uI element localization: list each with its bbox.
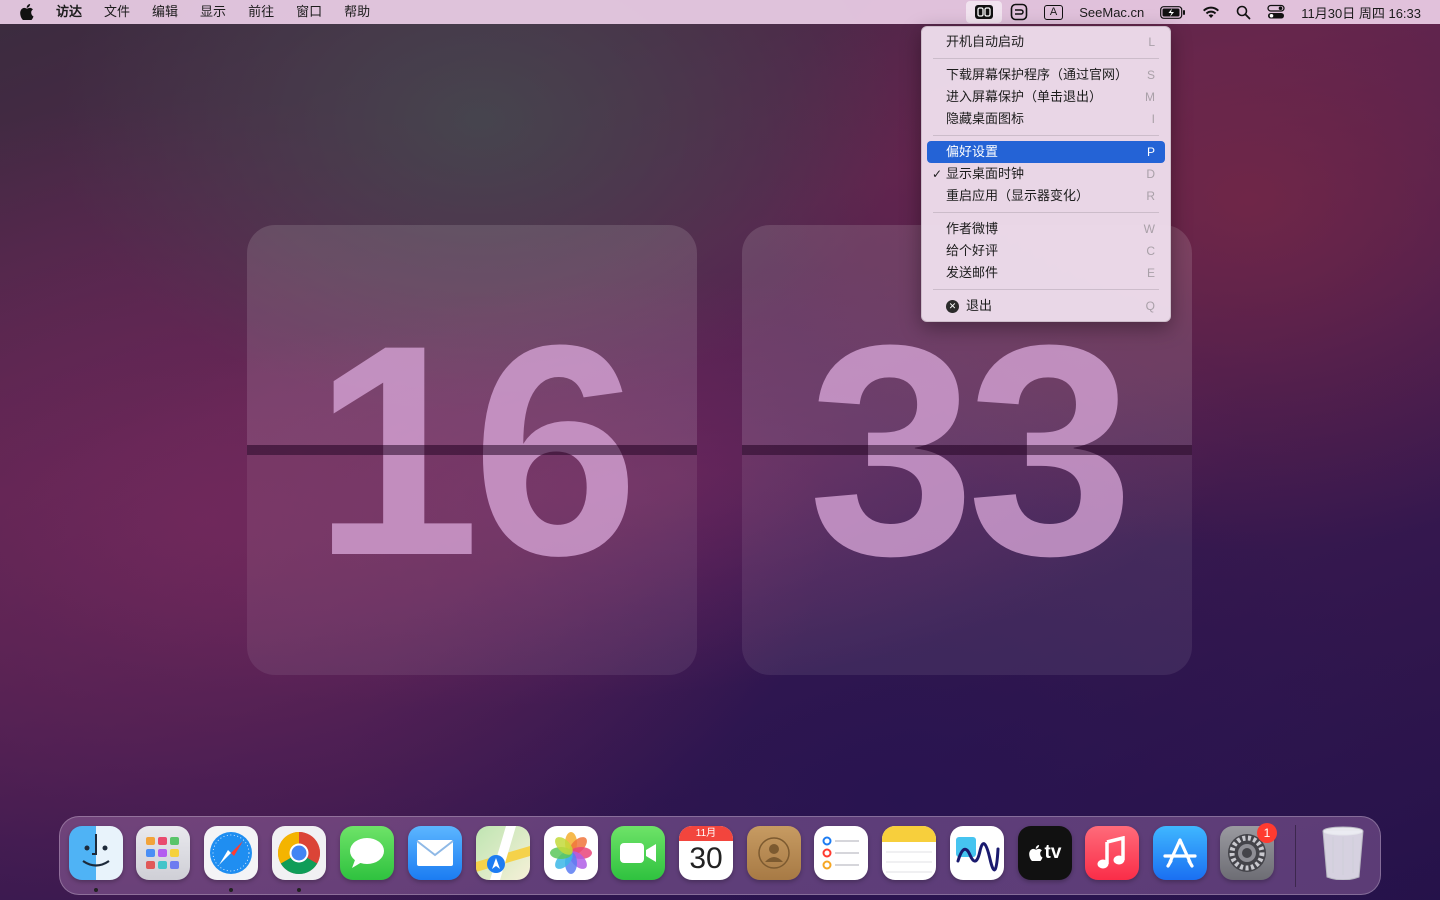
facetime-icon[interactable] <box>611 826 665 880</box>
safari-icon[interactable] <box>204 826 258 880</box>
menu-item-launch-at-login[interactable]: 开机自动启动 L <box>927 31 1165 53</box>
battery-icon[interactable] <box>1152 1 1194 23</box>
menu-item-shortcut: Q <box>1145 299 1155 313</box>
menu-go[interactable]: 前往 <box>237 0 285 24</box>
menu-item-label: 显示桌面时钟 <box>946 166 1025 181</box>
spotlight-search-icon[interactable] <box>1228 1 1259 23</box>
menu-item-label: 发送邮件 <box>946 265 999 280</box>
menu-item-label: 重启应用（显示器变化） <box>946 188 1090 203</box>
notification-badge: 1 <box>1257 823 1277 843</box>
menu-item-shortcut: C <box>1146 244 1155 258</box>
menu-item-rate-app[interactable]: 给个好评 C <box>927 240 1165 262</box>
finder-icon[interactable] <box>69 826 123 880</box>
menu-file[interactable]: 文件 <box>93 0 141 24</box>
menu-item-hide-desktop-icons[interactable]: 隐藏桌面图标 I <box>927 108 1165 130</box>
input-method-label: A <box>1043 4 1064 20</box>
menu-separator <box>933 58 1159 59</box>
menu-item-send-email[interactable]: 发送邮件 E <box>927 262 1165 284</box>
menu-item-shortcut: R <box>1146 189 1155 203</box>
menu-item-show-desktop-clock[interactable]: ✓ 显示桌面时钟 D <box>927 163 1165 185</box>
trash-icon[interactable] <box>1316 826 1370 880</box>
calendar-icon[interactable]: 11月 30 <box>679 826 733 880</box>
menu-view[interactable]: 显示 <box>189 0 237 24</box>
dock: 11月 30 tv 1 <box>59 816 1381 895</box>
menubar-datetime[interactable]: 11月30日 周四 16:33 <box>1293 1 1440 23</box>
running-indicator <box>229 888 233 892</box>
menu-separator <box>933 135 1159 136</box>
menu-item-shortcut: S <box>1146 68 1155 82</box>
contacts-icon[interactable] <box>747 826 801 880</box>
mail-icon[interactable] <box>408 826 462 880</box>
freeform-icon[interactable] <box>950 826 1004 880</box>
status-clock-app-icon[interactable] <box>965 1 1002 23</box>
menu-help[interactable]: 帮助 <box>333 0 381 24</box>
menu-edit[interactable]: 编辑 <box>141 0 189 24</box>
menu-item-label: 开机自动启动 <box>946 34 1025 49</box>
menu-item-shortcut: W <box>1143 222 1155 236</box>
menu-item-label: 作者微博 <box>946 221 999 236</box>
menu-item-shortcut: E <box>1146 266 1155 280</box>
running-indicator <box>94 888 98 892</box>
menu-item-quit[interactable]: ✕ 退出 Q <box>927 295 1165 317</box>
close-circle-icon: ✕ <box>946 299 959 313</box>
notes-icon[interactable] <box>882 826 936 880</box>
status-site-text[interactable]: SeeMac.cn <box>1071 1 1152 23</box>
apple-tv-icon[interactable]: tv <box>1018 826 1072 880</box>
menu-item-label: 给个好评 <box>946 243 999 258</box>
control-center-icon[interactable] <box>1259 1 1293 23</box>
apple-tv-label: tv <box>1044 842 1062 863</box>
menu-separator <box>933 212 1159 213</box>
checkmark-icon: ✓ <box>932 167 943 181</box>
menu-window[interactable]: 窗口 <box>285 0 333 24</box>
menu-item-download-screensaver[interactable]: 下载屏幕保护程序（通过官网） S <box>927 64 1165 86</box>
menu-bar: 访达 文件 编辑 显示 前往 窗口 帮助 A SeeMac.cn 11月30日 … <box>0 0 1440 24</box>
clock-hours-card: 16 <box>247 225 697 675</box>
menu-separator <box>933 289 1159 290</box>
status-app-icon[interactable] <box>1002 1 1036 23</box>
menu-item-label: 隐藏桌面图标 <box>946 111 1025 126</box>
maps-icon[interactable] <box>476 826 530 880</box>
photos-icon[interactable] <box>544 826 598 880</box>
messages-icon[interactable] <box>340 826 394 880</box>
app-dropdown-menu: 开机自动启动 L 下载屏幕保护程序（通过官网） S 进入屏幕保护（单击退出） M… <box>921 26 1171 322</box>
chrome-icon[interactable] <box>272 826 326 880</box>
input-method-indicator[interactable]: A <box>1036 1 1071 23</box>
launchpad-icon[interactable] <box>136 826 190 880</box>
dock-separator <box>1295 825 1296 887</box>
menu-item-label: 偏好设置 <box>946 144 999 159</box>
menu-item-shortcut: I <box>1151 112 1155 126</box>
menu-item-shortcut: M <box>1145 90 1155 104</box>
calendar-month: 11月 <box>679 826 733 841</box>
wifi-icon[interactable] <box>1194 1 1228 23</box>
menu-item-label: 退出 <box>966 298 993 313</box>
app-store-icon[interactable] <box>1153 826 1207 880</box>
menu-item-shortcut: L <box>1148 35 1155 49</box>
reminders-icon[interactable] <box>814 826 868 880</box>
menu-item-enter-screensaver[interactable]: 进入屏幕保护（单击退出） M <box>927 86 1165 108</box>
music-icon[interactable] <box>1085 826 1139 880</box>
running-indicator <box>297 888 301 892</box>
menu-item-label: 进入屏幕保护（单击退出） <box>946 89 1103 104</box>
menu-item-preferences[interactable]: 偏好设置 P <box>927 141 1165 163</box>
menu-item-shortcut: D <box>1146 167 1155 181</box>
menu-item-shortcut: P <box>1146 145 1155 159</box>
menu-finder[interactable]: 访达 <box>45 0 93 24</box>
menu-item-author-weibo[interactable]: 作者微博 W <box>927 218 1165 240</box>
menu-item-label: 下载屏幕保护程序（通过官网） <box>946 67 1129 82</box>
calendar-day: 30 <box>689 842 723 875</box>
apple-menu-icon[interactable] <box>9 0 45 24</box>
menu-item-restart-app[interactable]: 重启应用（显示器变化） R <box>927 185 1165 207</box>
